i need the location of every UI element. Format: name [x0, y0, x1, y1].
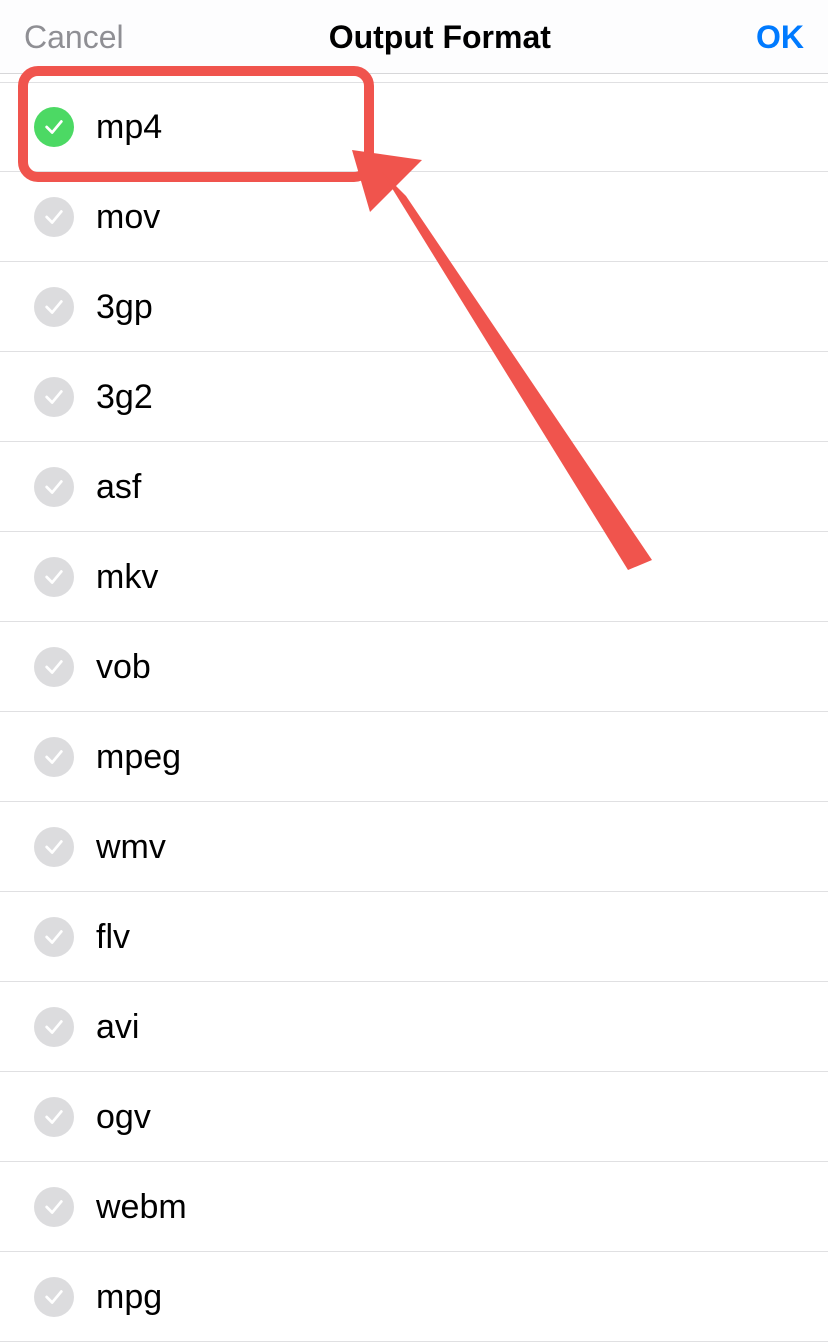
checkmark-icon: [34, 197, 74, 237]
checkmark-icon: [34, 557, 74, 597]
checkmark-icon: [34, 1097, 74, 1137]
format-option-wmv[interactable]: wmv: [0, 802, 828, 892]
format-option-label: asf: [96, 470, 141, 504]
format-option-label: vob: [96, 650, 151, 684]
checkmark-icon: [34, 737, 74, 777]
format-option-label: mp4: [96, 110, 162, 144]
format-option-mpeg[interactable]: mpeg: [0, 712, 828, 802]
format-option-label: mpg: [96, 1280, 162, 1314]
format-option-label: flv: [96, 920, 130, 954]
format-option-3g2[interactable]: 3g2: [0, 352, 828, 442]
checkmark-icon: [34, 377, 74, 417]
checkmark-icon: [34, 917, 74, 957]
format-option-avi[interactable]: avi: [0, 982, 828, 1072]
format-option-asf[interactable]: asf: [0, 442, 828, 532]
checkmark-icon: [34, 107, 74, 147]
format-option-label: webm: [96, 1190, 187, 1224]
checkmark-icon: [34, 827, 74, 867]
checkmark-icon: [34, 1007, 74, 1047]
format-list: mp4 mov 3gp 3g2 asf mkv vob mpeg wmv flv avi ogv web…: [0, 74, 828, 1342]
navbar: Cancel Output Format OK: [0, 0, 828, 74]
format-option-label: mov: [96, 200, 160, 234]
format-option-mkv[interactable]: mkv: [0, 532, 828, 622]
format-option-label: 3g2: [96, 380, 153, 414]
checkmark-icon: [34, 467, 74, 507]
format-option-label: 3gp: [96, 290, 153, 324]
format-option-label: wmv: [96, 830, 166, 864]
format-option-3gp[interactable]: 3gp: [0, 262, 828, 352]
format-option-mp4[interactable]: mp4: [0, 82, 828, 172]
ok-button[interactable]: OK: [756, 21, 804, 53]
format-option-mov[interactable]: mov: [0, 172, 828, 262]
format-option-webm[interactable]: webm: [0, 1162, 828, 1252]
format-option-label: ogv: [96, 1100, 151, 1134]
format-option-label: avi: [96, 1010, 139, 1044]
format-option-vob[interactable]: vob: [0, 622, 828, 712]
cancel-button[interactable]: Cancel: [24, 21, 124, 53]
checkmark-icon: [34, 647, 74, 687]
format-option-label: mpeg: [96, 740, 181, 774]
format-option-mpg[interactable]: mpg: [0, 1252, 828, 1342]
checkmark-icon: [34, 1277, 74, 1317]
format-option-flv[interactable]: flv: [0, 892, 828, 982]
format-option-label: mkv: [96, 560, 158, 594]
checkmark-icon: [34, 1187, 74, 1227]
checkmark-icon: [34, 287, 74, 327]
format-option-ogv[interactable]: ogv: [0, 1072, 828, 1162]
page-title: Output Format: [329, 21, 551, 53]
